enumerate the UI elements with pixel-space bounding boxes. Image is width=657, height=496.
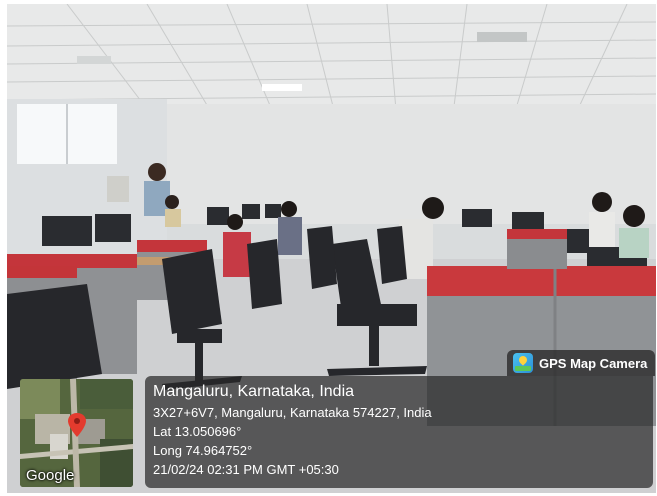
datetime-line: 21/02/24 02:31 PM GMT +05:30 [153, 462, 339, 477]
app-name-label: GPS Map Camera [539, 355, 648, 371]
location-title: Mangaluru, Karnataka, India [153, 383, 355, 400]
satellite-map-thumbnail: Google [20, 379, 133, 487]
gps-map-camera-badge: GPS Map Camera [507, 350, 655, 376]
geotag-info-panel: Mangaluru, Karnataka, India 3X27+6V7, Ma… [145, 376, 653, 488]
longitude-line: Long 74.964752° [153, 443, 253, 458]
gps-map-camera-logo-icon [513, 353, 533, 373]
google-logo: Google [26, 467, 75, 484]
address-line: 3X27+6V7, Mangaluru, Karnataka 574227, I… [153, 405, 432, 420]
latitude-line: Lat 13.050696° [153, 424, 242, 439]
